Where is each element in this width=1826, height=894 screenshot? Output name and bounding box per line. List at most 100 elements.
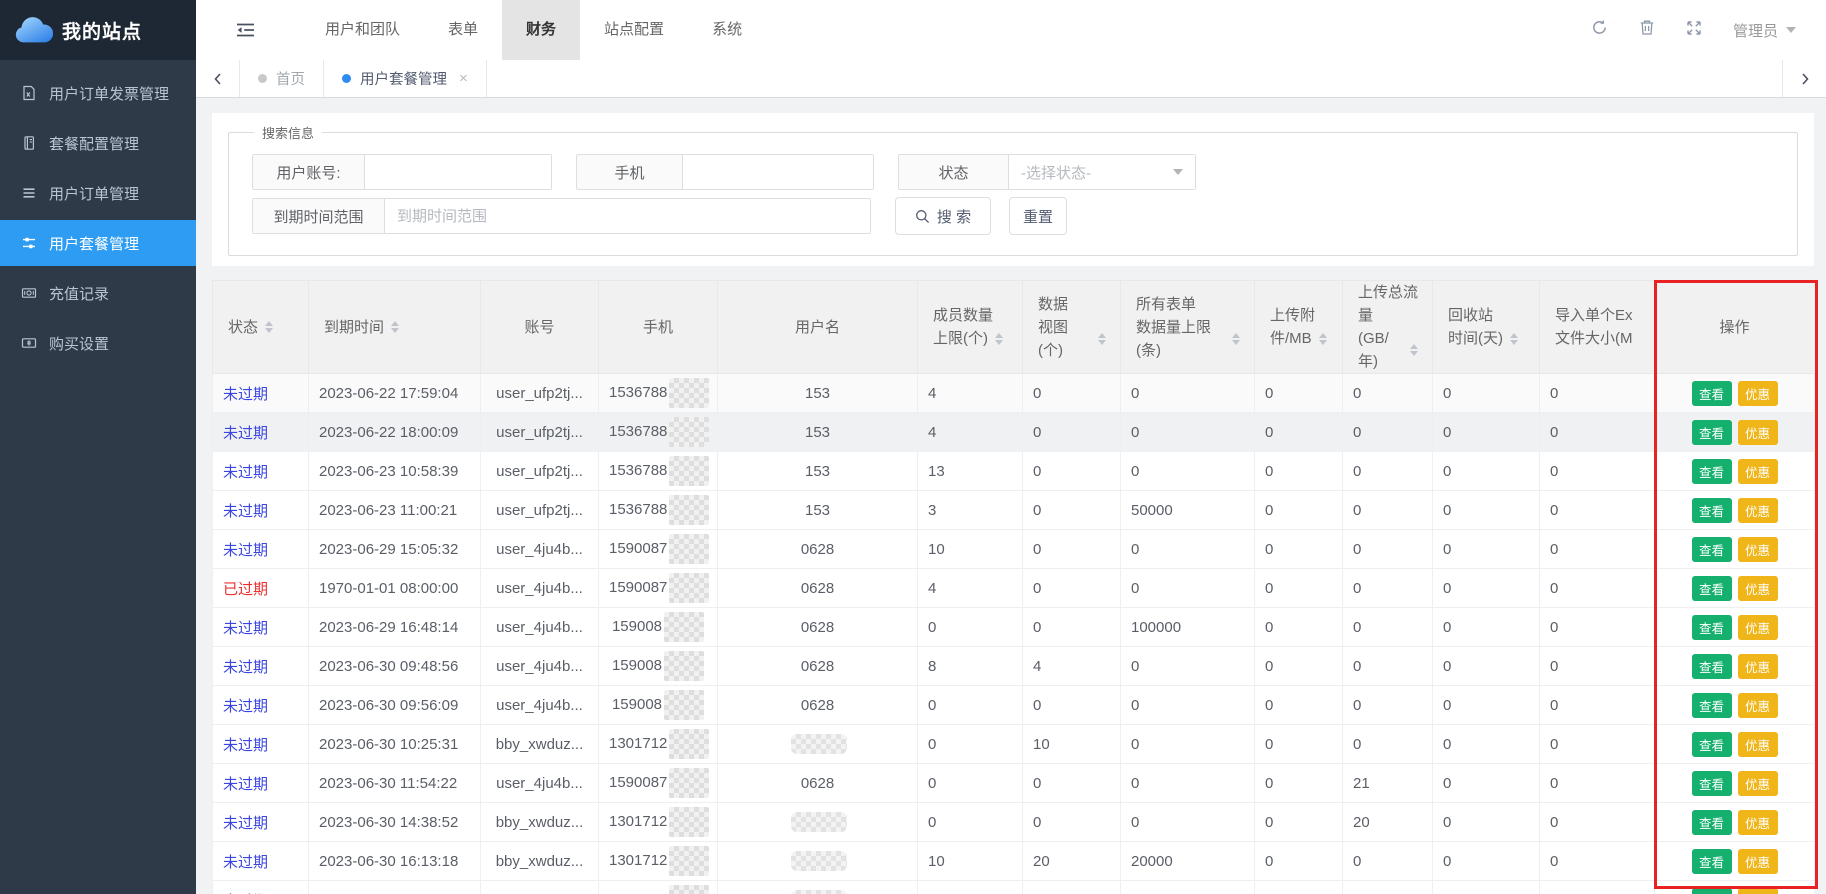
view-button[interactable]: 查看 xyxy=(1692,732,1732,757)
account-input[interactable] xyxy=(365,155,551,189)
column-header-label: 上限(个) xyxy=(933,327,1008,350)
account-cell: bby_xwduz... xyxy=(481,881,599,894)
search-button[interactable]: 搜 索 xyxy=(895,197,991,235)
view-button[interactable]: 查看 xyxy=(1692,693,1732,718)
account-cell: user_ufp2tj... xyxy=(481,374,599,413)
sort-carets-icon[interactable] xyxy=(995,333,1003,345)
tabs-scroll-right[interactable] xyxy=(1782,60,1826,97)
redaction-blur xyxy=(791,812,847,832)
discount-button[interactable]: 优惠 xyxy=(1738,459,1778,484)
column-header-10[interactable]: 上传总流量(GB/年) xyxy=(1343,281,1433,374)
upload-attach-cell: 0 xyxy=(1255,803,1343,842)
column-header-6[interactable]: 成员数量上限(个) xyxy=(918,281,1023,374)
status-badge: 未过期 xyxy=(223,659,268,676)
tab-close-icon[interactable]: × xyxy=(459,70,468,87)
discount-button[interactable]: 优惠 xyxy=(1738,888,1778,894)
collapse-menu-icon[interactable] xyxy=(236,22,255,38)
sort-carets-icon[interactable] xyxy=(391,321,399,333)
column-header-8[interactable]: 所有表单数据量上限(条) xyxy=(1121,281,1255,374)
discount-button[interactable]: 优惠 xyxy=(1738,732,1778,757)
topnav-item-4[interactable]: 站点配置 xyxy=(580,0,688,60)
upload-attach-cell: 0 xyxy=(1255,686,1343,725)
account-cell: user_4ju4b... xyxy=(481,530,599,569)
upload-traffic-cell: 0 xyxy=(1343,452,1433,491)
sort-carets-icon[interactable] xyxy=(1098,333,1106,345)
topnav-item-2[interactable]: 表单 xyxy=(424,0,502,60)
excel-size-cell: 0 xyxy=(1540,803,1655,842)
column-header-11[interactable]: 回收站时间(天) xyxy=(1433,281,1540,374)
view-button[interactable]: 查看 xyxy=(1692,771,1732,796)
sort-carets-icon[interactable] xyxy=(1232,333,1240,345)
view-button[interactable]: 查看 xyxy=(1692,381,1732,406)
phone-input[interactable] xyxy=(683,155,873,189)
view-button[interactable]: 查看 xyxy=(1692,849,1732,874)
tab-1[interactable]: 首页 xyxy=(240,60,324,97)
discount-button[interactable]: 优惠 xyxy=(1738,381,1778,406)
recycle-days-cell: 0 xyxy=(1433,491,1540,530)
trash-icon[interactable] xyxy=(1639,19,1655,41)
sidebar-item-6[interactable]: 购买设置 xyxy=(0,320,196,366)
discount-button[interactable]: 优惠 xyxy=(1738,849,1778,874)
reset-button[interactable]: 重置 xyxy=(1009,197,1067,235)
account-cell: user_4ju4b... xyxy=(481,686,599,725)
sidebar-item-3[interactable]: 用户订单管理 xyxy=(0,170,196,216)
discount-button[interactable]: 优惠 xyxy=(1738,615,1778,640)
view-button[interactable]: 查看 xyxy=(1692,888,1732,894)
column-header-1[interactable]: 状态 xyxy=(213,281,309,374)
status-select[interactable]: -选择状态- xyxy=(1009,155,1195,189)
table-row: 未过期2023-06-30 14:38:52bby_xwduz...130171… xyxy=(213,803,1815,842)
discount-button[interactable]: 优惠 xyxy=(1738,693,1778,718)
column-header-label: 文件大小(M xyxy=(1555,327,1640,350)
sort-carets-icon[interactable] xyxy=(265,321,273,333)
phone-cell: 159008 xyxy=(599,647,718,686)
sidebar-item-5[interactable]: 充值记录 xyxy=(0,270,196,316)
view-button[interactable]: 查看 xyxy=(1692,810,1732,835)
discount-button[interactable]: 优惠 xyxy=(1738,576,1778,601)
sidebar-item-4[interactable]: 用户套餐管理 xyxy=(0,220,196,266)
date-range-field-group: 到期时间范围 xyxy=(252,198,871,234)
view-button[interactable]: 查看 xyxy=(1692,654,1732,679)
expire-time-cell: 2023-06-30 09:48:56 xyxy=(309,647,481,686)
sidebar-item-1[interactable]: 用户订单发票管理 xyxy=(0,70,196,116)
sort-carets-icon[interactable] xyxy=(1319,333,1327,345)
date-range-input[interactable] xyxy=(385,199,870,233)
account-cell: user_4ju4b... xyxy=(481,647,599,686)
topnav-item-1[interactable]: 用户和团队 xyxy=(301,0,424,60)
phone-cell: 1301712 xyxy=(599,725,718,764)
column-header-9[interactable]: 上传附件/MB xyxy=(1255,281,1343,374)
upload-attach-cell: 0 xyxy=(1255,374,1343,413)
admin-menu[interactable]: 管理员 xyxy=(1733,20,1796,41)
sort-carets-icon[interactable] xyxy=(1510,333,1518,345)
view-button[interactable]: 查看 xyxy=(1692,615,1732,640)
fullscreen-icon[interactable] xyxy=(1686,20,1702,41)
discount-button[interactable]: 优惠 xyxy=(1738,810,1778,835)
phone-value: 1590087 xyxy=(609,579,667,596)
column-header-2[interactable]: 到期时间 xyxy=(309,281,481,374)
expire-time-cell: 2023-06-22 18:00:09 xyxy=(309,413,481,452)
tabs-scroll-left[interactable] xyxy=(196,60,240,97)
refresh-icon[interactable] xyxy=(1591,19,1608,41)
view-button[interactable]: 查看 xyxy=(1692,420,1732,445)
view-button[interactable]: 查看 xyxy=(1692,498,1732,523)
search-panel: 搜索信息 用户账号: 手机 状态 -选择状态- xyxy=(212,113,1814,266)
discount-button[interactable]: 优惠 xyxy=(1738,771,1778,796)
discount-button[interactable]: 优惠 xyxy=(1738,498,1778,523)
data-views-cell: 0 xyxy=(1023,608,1121,647)
sort-carets-icon[interactable] xyxy=(1410,344,1418,356)
upload-traffic-cell: 0 xyxy=(1343,686,1433,725)
view-button[interactable]: 查看 xyxy=(1692,459,1732,484)
discount-button[interactable]: 优惠 xyxy=(1738,537,1778,562)
sidebar-item-2[interactable]: 套餐配置管理 xyxy=(0,120,196,166)
column-header-label: 回收站 xyxy=(1448,304,1525,327)
discount-button[interactable]: 优惠 xyxy=(1738,654,1778,679)
tab-2[interactable]: 用户套餐管理× xyxy=(324,60,487,97)
topnav-item-3[interactable]: 财务 xyxy=(502,0,580,60)
discount-button[interactable]: 优惠 xyxy=(1738,420,1778,445)
form-data-limit-cell: 0 xyxy=(1121,686,1255,725)
column-header-7[interactable]: 数据视图(个) xyxy=(1023,281,1121,374)
topnav-item-5[interactable]: 系统 xyxy=(688,0,766,60)
chevron-down-icon xyxy=(1786,27,1796,33)
view-button[interactable]: 查看 xyxy=(1692,576,1732,601)
view-button[interactable]: 查看 xyxy=(1692,537,1732,562)
phone-value: 1301712 xyxy=(609,852,667,869)
